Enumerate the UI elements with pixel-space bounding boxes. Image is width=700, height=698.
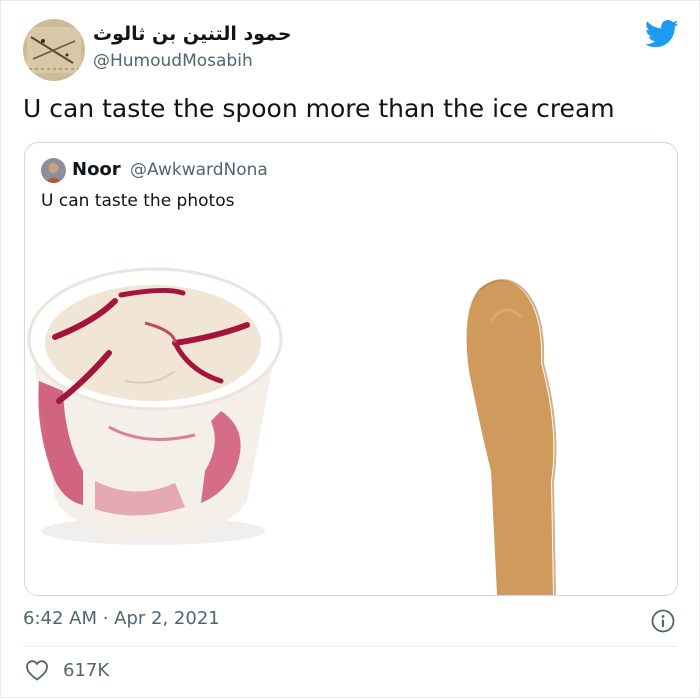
author-avatar[interactable] [23,19,85,81]
author-name[interactable]: حمود التنين بن ثالوث [93,23,292,45]
quoted-avatar[interactable] [41,158,66,183]
quoted-media[interactable] [25,231,677,595]
quoted-name[interactable]: Noor [72,159,121,180]
tweet-text: U can taste the spoon more than the ice … [23,94,615,123]
quoted-text: U can taste the photos [41,191,235,211]
info-icon[interactable] [651,609,675,633]
ice-cream-cup-image [27,267,283,545]
twitter-bird-icon[interactable] [644,19,679,49]
heart-icon[interactable] [25,659,49,681]
author-handle[interactable]: @HumoudMosabih [93,51,253,71]
quoted-tweet[interactable]: Noor @AwkwardNona U can taste the photos [24,142,678,596]
like-count[interactable]: 617K [63,660,109,681]
tweet-timestamp[interactable]: 6:42 AM · Apr 2, 2021 [23,608,220,629]
quoted-handle[interactable]: @AwkwardNona [130,160,268,180]
divider [23,646,678,647]
tweet-card: حمود التنين بن ثالوث @HumoudMosabih U ca… [0,0,700,698]
